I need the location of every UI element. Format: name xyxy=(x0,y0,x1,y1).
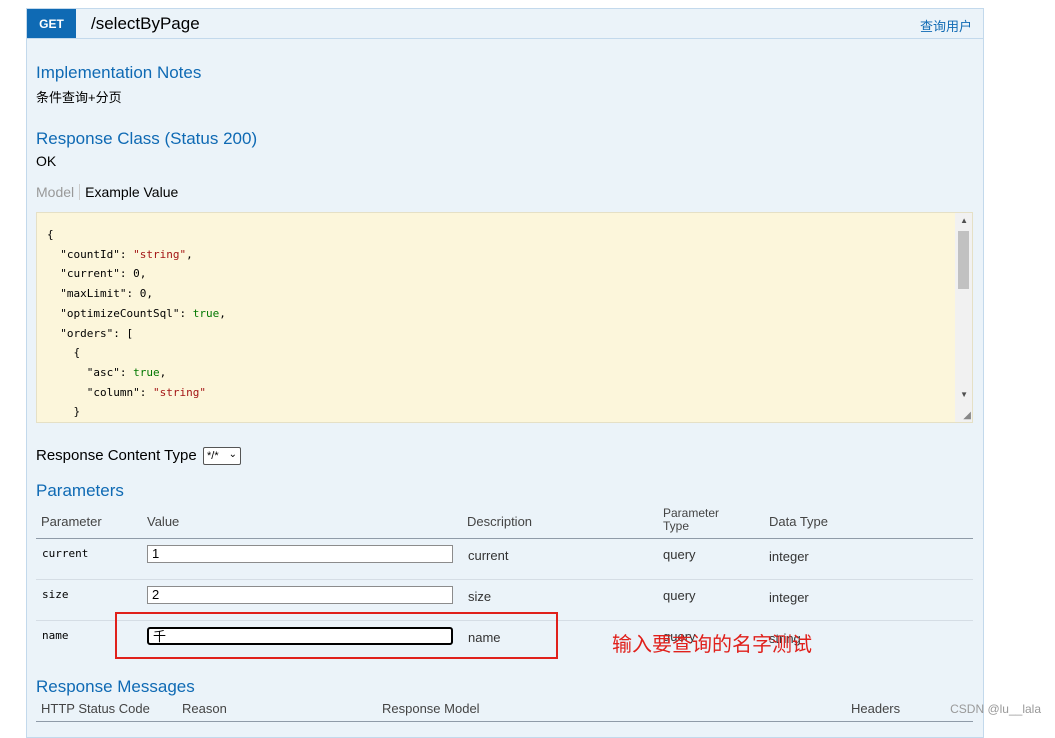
column-value: Value xyxy=(147,514,180,529)
param-description-size: size xyxy=(468,589,492,604)
operation-summary-link[interactable]: 查询用户 xyxy=(920,16,972,35)
model-tabs: Model Example Value xyxy=(36,184,178,200)
column-data-type: Data Type xyxy=(769,514,829,529)
column-response-model: Response Model xyxy=(382,701,480,716)
scroll-thumb[interactable] xyxy=(958,231,969,289)
tab-example-value[interactable]: Example Value xyxy=(80,184,178,200)
param-datatype-size: integer xyxy=(769,590,809,605)
param-name-name: name xyxy=(42,629,69,642)
code-scrollbar[interactable]: ▲ ▼ xyxy=(955,213,972,422)
scroll-up-arrow-icon[interactable]: ▲ xyxy=(960,216,968,225)
http-method-badge[interactable]: GET xyxy=(27,9,76,38)
column-parameter-type-line2: Type xyxy=(663,519,690,533)
response-class-heading: Response Class (Status 200) xyxy=(36,129,258,148)
response-class-text: OK xyxy=(36,153,57,169)
response-content-type-label: Response Content Type xyxy=(36,447,197,464)
watermark: CSDN @lu__lala xyxy=(950,702,1041,716)
row-divider xyxy=(36,620,973,621)
column-parameter-type: Parameter Type xyxy=(663,507,719,533)
param-name-current: current xyxy=(42,547,89,560)
column-http-status-code: HTTP Status Code xyxy=(41,701,150,716)
chevron-down-icon: ⌄ xyxy=(228,449,237,460)
param-input-size[interactable]: 2 xyxy=(147,586,453,604)
column-headers: Headers xyxy=(851,701,901,716)
param-input-current[interactable]: 1 xyxy=(147,545,453,563)
operation-panel: GET /selectByPage 查询用户 Implementation No… xyxy=(26,8,984,738)
endpoint-path[interactable]: /selectByPage xyxy=(91,14,200,34)
annotation-text: 输入要查询的名字测试 xyxy=(612,634,812,656)
response-messages-heading: Response Messages xyxy=(36,677,195,696)
param-name-size: size xyxy=(42,588,69,601)
param-description-name: name xyxy=(468,630,501,645)
param-type-size: query xyxy=(663,588,696,603)
param-input-name[interactable]: 千 xyxy=(147,627,453,645)
example-json: { "countId": "string", "current": 0, "ma… xyxy=(47,228,226,419)
param-description-current: current xyxy=(468,548,509,563)
param-type-current: query xyxy=(663,547,696,562)
table-header-divider xyxy=(36,538,973,539)
resize-grip-icon[interactable]: ◢ xyxy=(963,411,971,421)
tab-model[interactable]: Model xyxy=(36,184,81,200)
implementation-notes-heading: Implementation Notes xyxy=(36,63,202,82)
parameters-heading: Parameters xyxy=(36,481,124,500)
operation-header[interactable]: GET /selectByPage 查询用户 xyxy=(27,9,983,39)
row-divider xyxy=(36,579,973,580)
param-datatype-current: integer xyxy=(769,549,809,564)
column-description: Description xyxy=(467,514,533,529)
column-parameter: Parameter xyxy=(41,514,102,529)
implementation-notes-text: 条件查询+分页 xyxy=(36,90,122,105)
example-value-box[interactable]: { "countId": "string", "current": 0, "ma… xyxy=(36,212,973,423)
column-reason: Reason xyxy=(182,701,227,716)
response-content-type-value: */* xyxy=(207,450,219,462)
response-table-divider xyxy=(36,721,973,722)
response-content-type-select[interactable]: */* ⌄ xyxy=(203,447,241,465)
scroll-down-arrow-icon[interactable]: ▼ xyxy=(960,390,968,399)
